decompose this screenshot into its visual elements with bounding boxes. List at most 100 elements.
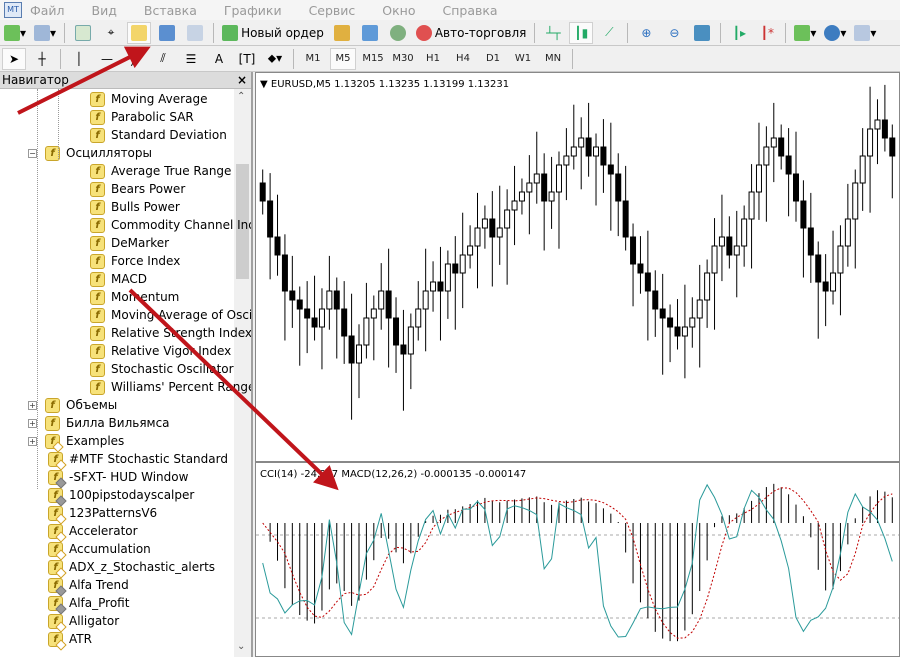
- function-icon: f: [90, 289, 105, 305]
- timeframe-d1[interactable]: D1: [480, 48, 506, 70]
- terminal-button[interactable]: [155, 22, 179, 44]
- indicator-subwindow[interactable]: [256, 463, 899, 656]
- zoom-in-button[interactable]: ⊕: [634, 22, 658, 44]
- function-icon: f: [90, 109, 105, 125]
- navigator-item[interactable]: f Accumulation: [48, 540, 151, 558]
- navigator-item[interactable]: f Relative Vigor Index: [90, 342, 231, 360]
- menu-item[interactable]: Окно: [382, 3, 415, 18]
- navigator-item[interactable]: f Bulls Power: [90, 198, 180, 216]
- profiles-button[interactable]: ▾: [32, 22, 58, 44]
- market-watch-button[interactable]: [71, 22, 95, 44]
- menu-item[interactable]: Вид: [92, 3, 117, 18]
- menu-item[interactable]: Файл: [30, 3, 65, 18]
- navigator-button[interactable]: [127, 21, 152, 44]
- timeframe-h1[interactable]: H1: [420, 48, 446, 70]
- navigator-item[interactable]: f Standard Deviation: [90, 126, 227, 144]
- navigator-item[interactable]: − f Осцилляторы: [28, 144, 152, 162]
- text-button[interactable]: A: [207, 48, 231, 70]
- zoom-out-button[interactable]: ⊖: [662, 22, 686, 44]
- navigator-item[interactable]: f Relative Strength Index: [90, 324, 251, 342]
- chart-window[interactable]: ▼ EURUSD,M5 1.13205 1.13235 1.13199 1.13…: [255, 72, 900, 657]
- navigator-item[interactable]: f DeMarker: [90, 234, 169, 252]
- navigator-item[interactable]: f 100pipstodayscalper: [48, 486, 194, 504]
- navigator-item[interactable]: f Bears Power: [90, 180, 185, 198]
- auto-trading-button[interactable]: Авто-торговля: [414, 22, 529, 44]
- text-label-button[interactable]: [T]: [235, 48, 259, 70]
- vertical-line-button[interactable]: │: [67, 48, 91, 70]
- scroll-up-icon[interactable]: ⌃: [237, 91, 245, 102]
- community-button[interactable]: [358, 22, 382, 44]
- timeframe-m1[interactable]: M1: [300, 48, 326, 70]
- arrows-button[interactable]: ⬥▾: [263, 48, 287, 70]
- timeframe-w1[interactable]: W1: [510, 48, 536, 70]
- navigator-item[interactable]: f Accelerator: [48, 522, 138, 540]
- collapse-icon[interactable]: −: [28, 148, 37, 158]
- periods-button[interactable]: ▾: [822, 22, 848, 44]
- expand-icon[interactable]: +: [28, 400, 37, 410]
- strategy-tester-button[interactable]: [183, 22, 207, 44]
- trendline-button[interactable]: ╱: [123, 48, 147, 70]
- navigator-item[interactable]: f Moving Average of Oscillator: [90, 306, 251, 324]
- navigator-item[interactable]: f Momentum: [90, 288, 179, 306]
- data-window-button[interactable]: ⌖: [99, 22, 123, 44]
- navigator-item[interactable]: f Parabolic SAR: [90, 108, 194, 126]
- navigator-item[interactable]: f ATR: [48, 630, 92, 648]
- expand-icon[interactable]: +: [28, 436, 37, 446]
- function-icon: f: [90, 361, 105, 377]
- timeframe-m5[interactable]: M5: [330, 47, 356, 70]
- navigator-item[interactable]: + f Объемы: [28, 396, 117, 414]
- navigator-item[interactable]: f Moving Average: [90, 90, 207, 108]
- auto-scroll-button[interactable]: ┃▸: [727, 22, 751, 44]
- menu-item[interactable]: Вставка: [144, 3, 197, 18]
- menu-item[interactable]: Сервис: [309, 3, 356, 18]
- candlestick-button[interactable]: ┃▮: [569, 21, 594, 44]
- navigator-item[interactable]: + f Examples: [28, 432, 124, 450]
- templates-button[interactable]: ▾: [852, 22, 878, 44]
- new-order-button[interactable]: Новый ордер: [220, 22, 326, 44]
- navigator-item[interactable]: f Alligator: [48, 612, 119, 630]
- tile-windows-button[interactable]: [690, 22, 714, 44]
- navigator-item[interactable]: f Commodity Channel Index: [90, 216, 251, 234]
- metaeditor-button[interactable]: [330, 22, 354, 44]
- navigator-item[interactable]: f ADX_z_Stochastic_alerts: [48, 558, 215, 576]
- candle: [867, 128, 874, 157]
- timeframe-m30[interactable]: M30: [390, 48, 416, 70]
- chart-menu-icon[interactable]: ▼: [260, 79, 271, 90]
- horizontal-line-button[interactable]: —: [95, 48, 119, 70]
- timeframe-mn[interactable]: MN: [540, 48, 566, 70]
- cursor-button[interactable]: ➤: [2, 47, 26, 70]
- navigator-item-label: -SFXT- HUD Window: [69, 470, 189, 484]
- navigator-item[interactable]: + f Билла Вильямса: [28, 414, 170, 432]
- timeframe-m15[interactable]: M15: [360, 48, 386, 70]
- line-chart-button[interactable]: ⟋: [597, 22, 621, 44]
- signals-button[interactable]: [386, 22, 410, 44]
- scrollbar[interactable]: ⌃ ⌄: [234, 89, 251, 657]
- navigator-item[interactable]: f MACD: [90, 270, 147, 288]
- indicators-button[interactable]: ▾: [792, 22, 818, 44]
- timeframe-h4[interactable]: H4: [450, 48, 476, 70]
- expand-icon[interactable]: +: [28, 418, 37, 428]
- bar-chart-button[interactable]: ┴┬: [541, 22, 565, 44]
- navigator-item-label: Relative Strength Index: [111, 326, 251, 340]
- menu-item[interactable]: Справка: [443, 3, 498, 18]
- navigator-item[interactable]: f Alfa_Profit: [48, 594, 129, 612]
- navigator-item[interactable]: f -SFXT- HUD Window: [48, 468, 188, 486]
- navigator-item[interactable]: f Average True Range: [90, 162, 231, 180]
- navigator-item[interactable]: f #MTF Stochastic Standard: [48, 450, 228, 468]
- navigator-item[interactable]: f Stochastic Oscillator: [90, 360, 234, 378]
- chart-shift-button[interactable]: ┃*: [755, 22, 779, 44]
- navigator-item[interactable]: f Alfa Trend: [48, 576, 129, 594]
- fibonacci-button[interactable]: ☰: [179, 48, 203, 70]
- menu-item[interactable]: Графики: [224, 3, 282, 18]
- navigator-item[interactable]: f 123PatternsV6: [48, 504, 157, 522]
- price-chart[interactable]: [256, 73, 899, 461]
- new-chart-button[interactable]: ▾: [2, 22, 28, 44]
- channel-button[interactable]: ⫽: [151, 48, 175, 70]
- navigator-item[interactable]: f Williams' Percent Range: [90, 378, 251, 396]
- crosshair-button[interactable]: ┼: [30, 48, 54, 70]
- candle: [289, 290, 296, 301]
- close-icon[interactable]: ×: [237, 73, 247, 87]
- crosshair-icon: ⌖: [107, 25, 115, 39]
- scroll-down-icon[interactable]: ⌄: [237, 641, 245, 652]
- navigator-item[interactable]: f Force Index: [90, 252, 180, 270]
